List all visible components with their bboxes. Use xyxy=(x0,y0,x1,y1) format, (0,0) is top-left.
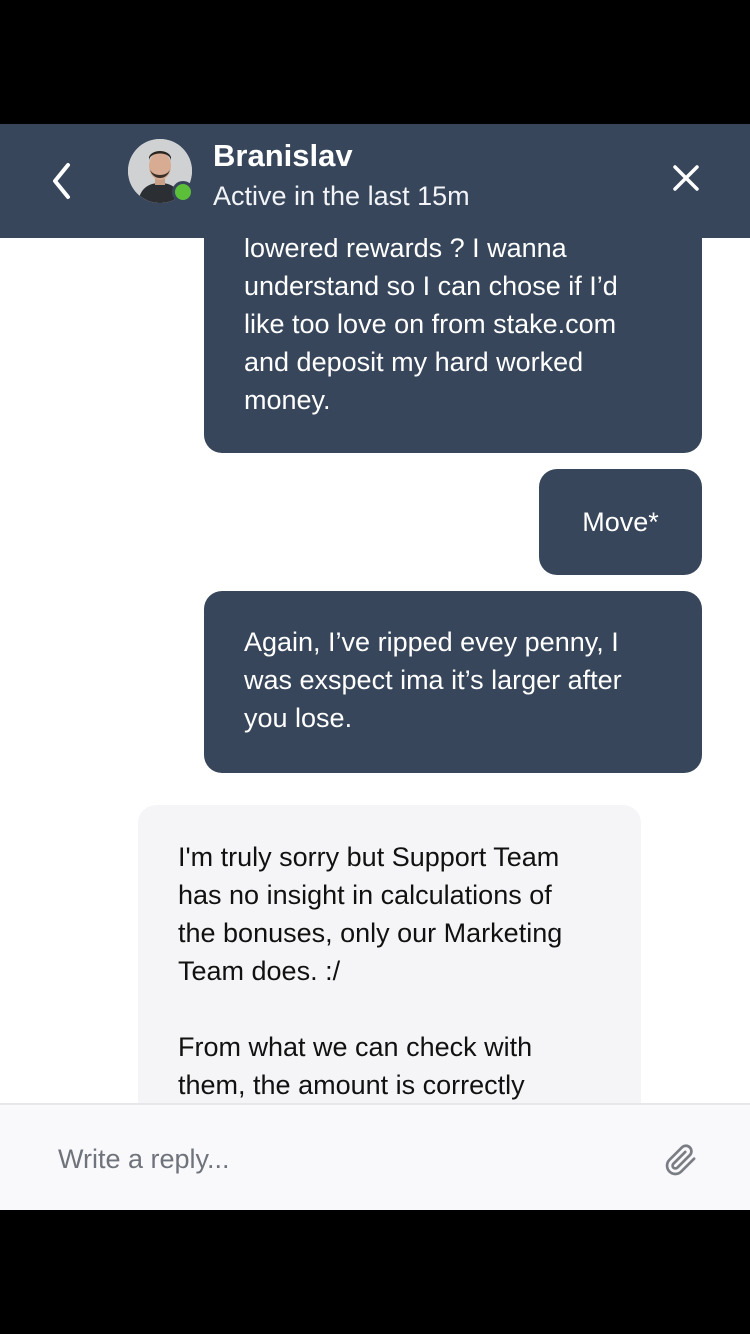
avatar[interactable] xyxy=(128,139,194,203)
back-button[interactable] xyxy=(40,156,84,206)
close-button[interactable] xyxy=(664,156,708,200)
home-indicator-area xyxy=(0,1210,750,1334)
paperclip-icon xyxy=(665,1144,696,1176)
message-list[interactable]: lowered rewards ? I wanna understand so … xyxy=(0,238,750,1103)
outgoing-message: Again, I’ve ripped evey penny, I was exs… xyxy=(204,591,702,773)
attach-button[interactable] xyxy=(662,1142,698,1178)
close-icon xyxy=(673,165,699,191)
reply-composer xyxy=(0,1103,750,1210)
reply-input[interactable] xyxy=(58,1135,638,1183)
online-status-indicator xyxy=(172,181,194,203)
chat-header: Branislav Active in the last 15m xyxy=(0,124,750,238)
status-bar-area xyxy=(0,0,750,124)
outgoing-message: Move* xyxy=(539,469,702,575)
contact-name: Branislav xyxy=(213,138,353,173)
outgoing-message: lowered rewards ? I wanna understand so … xyxy=(204,238,702,453)
contact-status: Active in the last 15m xyxy=(213,181,470,211)
chevron-left-icon xyxy=(53,163,70,199)
incoming-message: I'm truly sorry but Support Team has no … xyxy=(138,805,641,1103)
